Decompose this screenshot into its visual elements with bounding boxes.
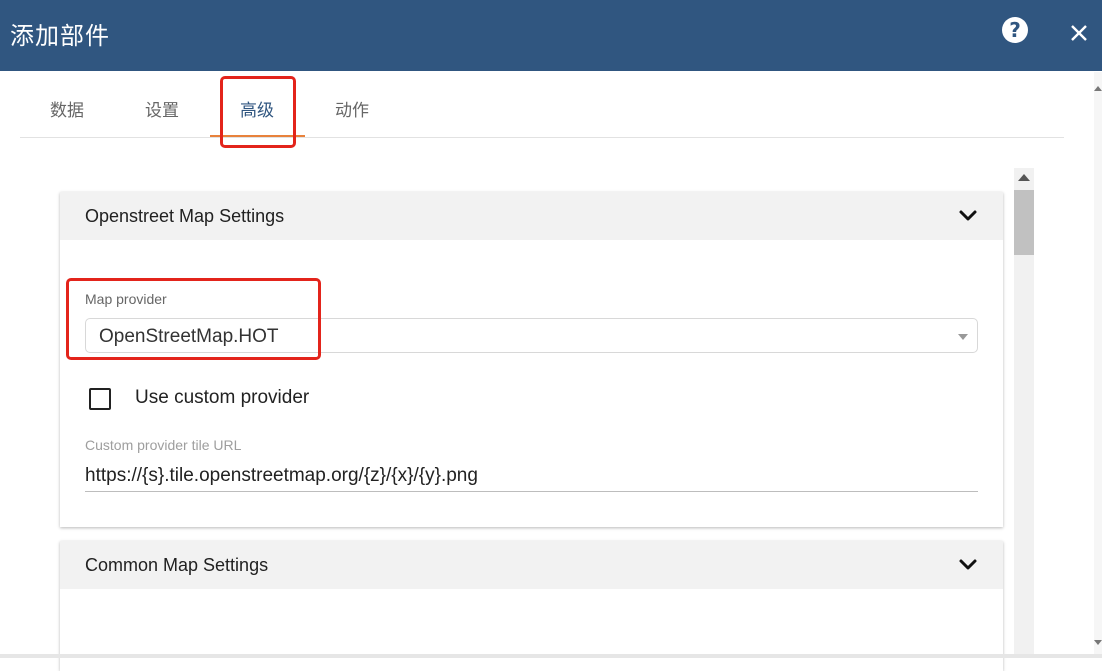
- question-circle-icon[interactable]: ?: [1002, 17, 1028, 43]
- tile-url-underline: [85, 491, 978, 492]
- tab-bar: 数据 设置 高级 动作: [20, 71, 1064, 138]
- tab-data[interactable]: 数据: [50, 96, 84, 121]
- caret-down-icon: [958, 334, 968, 340]
- bottom-divider: [0, 654, 1102, 658]
- panel-title: Common Map Settings: [85, 555, 269, 575]
- chevron-down-icon[interactable]: [958, 206, 978, 226]
- tab-settings[interactable]: 设置: [145, 96, 179, 121]
- tile-url-input[interactable]: https://{s}.tile.openstreetmap.org/{z}/{…: [85, 465, 478, 487]
- highlight-box-map-provider: [66, 278, 321, 360]
- dialog-title: 添加部件: [10, 22, 110, 50]
- panel-header[interactable]: Openstreet Map Settings: [60, 192, 1003, 240]
- panel-header[interactable]: Common Map Settings: [60, 541, 1003, 589]
- tab-actions[interactable]: 动作: [335, 96, 369, 121]
- close-icon[interactable]: [1066, 20, 1092, 46]
- dialog-header: 添加部件 ?: [0, 0, 1102, 71]
- use-custom-provider-checkbox[interactable]: [89, 388, 111, 410]
- use-custom-provider-label[interactable]: Use custom provider: [135, 387, 309, 409]
- scrollbar-thumb[interactable]: [1014, 190, 1034, 255]
- tile-url-label: Custom provider tile URL: [85, 437, 242, 453]
- content-scrollbar[interactable]: [1014, 168, 1034, 658]
- panel-title: Openstreet Map Settings: [85, 206, 285, 226]
- highlight-box-tab: [220, 76, 296, 148]
- dialog-scrollbar[interactable]: [1094, 72, 1102, 658]
- chevron-down-icon[interactable]: [958, 555, 978, 575]
- scroll-down-icon[interactable]: [1094, 640, 1102, 645]
- scroll-up-icon[interactable]: [1094, 86, 1102, 91]
- scroll-up-icon[interactable]: [1018, 174, 1030, 181]
- common-map-settings-panel: Common Map Settings: [60, 541, 1003, 671]
